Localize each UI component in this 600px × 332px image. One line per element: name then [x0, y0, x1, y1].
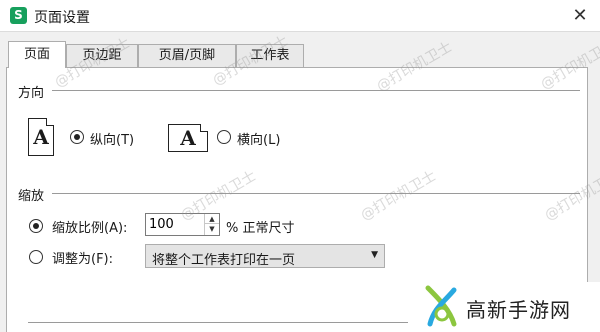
fit-label[interactable]: 调整为(F):	[52, 248, 113, 267]
tab-strip: 页面 页边距 页眉/页脚 工作表	[0, 32, 600, 68]
landscape-label[interactable]: 横向(L)	[237, 129, 280, 148]
landscape-page-icon: A	[168, 124, 208, 152]
close-button[interactable]: ✕	[568, 4, 592, 28]
portrait-label[interactable]: 纵向(T)	[90, 129, 134, 148]
tab-sheet[interactable]: 工作表	[236, 44, 304, 67]
scale-spinner[interactable]: ▲ ▼	[145, 213, 220, 236]
scaling-divider	[52, 193, 580, 194]
brand-badge: 高新手游网	[412, 282, 600, 332]
fit-dropdown[interactable]: 将整个工作表打印在一页 ▼	[145, 244, 385, 268]
bottom-divider	[28, 322, 408, 323]
title-bar: S 页面设置 ✕	[0, 0, 600, 32]
dialog-title: 页面设置	[34, 10, 90, 26]
portrait-page-icon: A	[28, 118, 54, 156]
scaling-section-label: 缩放	[18, 189, 45, 204]
dropdown-arrow-icon: ▼	[371, 250, 378, 260]
portrait-radio[interactable]	[70, 130, 84, 144]
wps-spreadsheet-icon: S	[10, 7, 27, 24]
landscape-radio[interactable]	[217, 130, 231, 144]
scale-suffix: % 正常尺寸	[226, 221, 295, 236]
spin-down-arrow-icon[interactable]: ▼	[205, 224, 219, 234]
orientation-divider	[52, 90, 580, 91]
scale-input[interactable]	[149, 216, 199, 233]
scale-label[interactable]: 缩放比例(A):	[52, 217, 127, 236]
brand-text: 高新手游网	[466, 298, 571, 322]
brand-logo-icon	[425, 285, 457, 327]
orientation-section-label: 方向	[18, 86, 45, 101]
scale-radio[interactable]	[29, 219, 43, 233]
spinner-buttons: ▲ ▼	[204, 214, 219, 235]
tab-margins[interactable]: 页边距	[66, 44, 138, 67]
fit-dropdown-value: 将整个工作表打印在一页	[152, 253, 296, 268]
spin-up-arrow-icon[interactable]: ▲	[205, 214, 219, 224]
fit-radio[interactable]	[29, 250, 43, 264]
tab-header-footer[interactable]: 页眉/页脚	[138, 44, 236, 67]
tab-page[interactable]: 页面	[8, 41, 66, 68]
